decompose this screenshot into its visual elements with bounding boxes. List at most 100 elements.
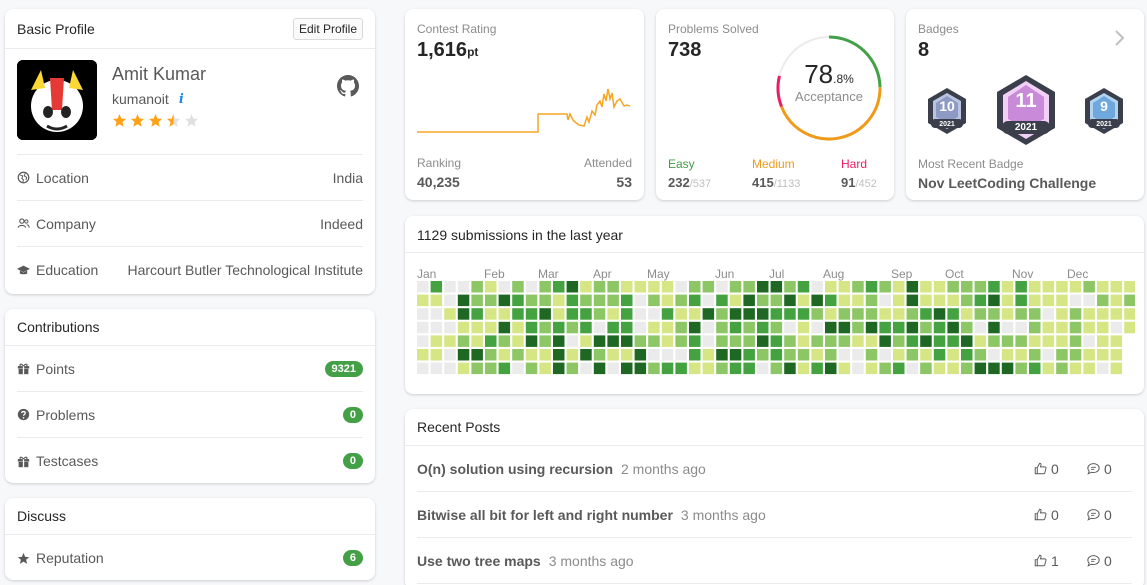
heatmap-cell[interactable] <box>1042 281 1055 293</box>
heatmap-cell[interactable] <box>417 335 429 347</box>
heatmap-cell[interactable] <box>729 335 742 347</box>
heatmap-cell[interactable] <box>865 335 878 347</box>
post-comments[interactable]: 0 <box>1087 553 1112 569</box>
heatmap-cell[interactable] <box>852 308 864 320</box>
heatmap-cell[interactable] <box>417 308 429 320</box>
heatmap-cell[interactable] <box>906 335 919 347</box>
heatmap-cell[interactable] <box>525 294 538 307</box>
heatmap-cell[interactable] <box>1069 281 1082 293</box>
heatmap-cell[interactable] <box>1124 308 1135 320</box>
heatmap-cell[interactable] <box>961 335 973 347</box>
heatmap-cell[interactable] <box>784 349 796 361</box>
heatmap-cell[interactable] <box>988 349 1000 361</box>
heatmap-cell[interactable] <box>607 335 619 347</box>
heatmap-cell[interactable] <box>825 294 837 307</box>
heatmap-cell[interactable] <box>430 308 443 320</box>
heatmap-cell[interactable] <box>1056 281 1068 293</box>
heatmap-cell[interactable] <box>512 281 524 293</box>
heatmap-cell[interactable] <box>974 349 987 361</box>
heatmap-cell[interactable] <box>661 349 674 361</box>
heatmap-cell[interactable] <box>784 281 796 293</box>
heatmap-cell[interactable] <box>961 281 973 293</box>
heatmap-cell[interactable] <box>1001 349 1014 361</box>
heatmap-cell[interactable] <box>702 281 715 293</box>
heatmap-cell[interactable] <box>947 335 959 347</box>
heatmap-cell[interactable] <box>893 362 905 375</box>
heatmap-cell[interactable] <box>512 349 524 361</box>
heatmap-cell[interactable] <box>838 281 851 293</box>
heatmap-cell[interactable] <box>865 281 878 293</box>
heatmap-cell[interactable] <box>525 281 538 293</box>
heatmap-cell[interactable] <box>471 294 483 307</box>
heatmap-cell[interactable] <box>444 362 456 375</box>
heatmap-cell[interactable] <box>1015 281 1027 293</box>
heatmap-cell[interactable] <box>539 362 551 375</box>
heatmap-cell[interactable] <box>553 281 565 293</box>
heatmap-cell[interactable] <box>675 349 687 361</box>
heatmap-cell[interactable] <box>702 335 715 347</box>
heatmap-cell[interactable] <box>879 308 891 320</box>
heatmap-cell[interactable] <box>825 349 837 361</box>
heatmap-cell[interactable] <box>933 308 946 320</box>
heatmap-cell[interactable] <box>471 321 483 334</box>
post-row[interactable]: Bitwise all bit for left and right numbe… <box>417 492 1132 538</box>
heatmap-cell[interactable] <box>1124 294 1135 307</box>
heatmap-cell[interactable] <box>457 308 470 320</box>
heatmap-cell[interactable] <box>525 335 538 347</box>
heatmap-cell[interactable] <box>525 349 538 361</box>
heatmap-cell[interactable] <box>593 294 606 307</box>
heatmap-cell[interactable] <box>947 321 959 334</box>
heatmap-cell[interactable] <box>770 321 783 334</box>
heatmap-cell[interactable] <box>661 362 674 375</box>
heatmap-grid[interactable] <box>417 281 1135 378</box>
heatmap-cell[interactable] <box>675 281 687 293</box>
heatmap-cell[interactable] <box>1110 349 1123 361</box>
heatmap-cell[interactable] <box>920 308 932 320</box>
heatmap-cell[interactable] <box>1097 308 1109 320</box>
heatmap-cell[interactable] <box>811 321 823 334</box>
heatmap-cell[interactable] <box>961 321 973 334</box>
heatmap-cell[interactable] <box>838 308 851 320</box>
heatmap-cell[interactable] <box>825 308 837 320</box>
heatmap-cell[interactable] <box>852 294 864 307</box>
heatmap-cell[interactable] <box>444 349 456 361</box>
heatmap-cell[interactable] <box>988 335 1000 347</box>
heatmap-cell[interactable] <box>566 294 579 307</box>
heatmap-cell[interactable] <box>865 349 878 361</box>
heatmap-cell[interactable] <box>1110 281 1123 293</box>
heatmap-cell[interactable] <box>947 294 959 307</box>
heatmap-cell[interactable] <box>770 362 783 375</box>
heatmap-cell[interactable] <box>811 362 823 375</box>
heatmap-cell[interactable] <box>1001 335 1014 347</box>
heatmap-cell[interactable] <box>797 362 810 375</box>
heatmap-cell[interactable] <box>797 349 810 361</box>
heatmap-cell[interactable] <box>580 281 592 293</box>
heatmap-cell[interactable] <box>634 349 647 361</box>
badges-card[interactable]: Badges 8 10 2021 11 2021 9 2021 Most Rec… <box>906 9 1144 200</box>
heatmap-cell[interactable] <box>621 281 633 293</box>
heatmap-cell[interactable] <box>444 321 456 334</box>
heatmap-cell[interactable] <box>729 308 742 320</box>
heatmap-cell[interactable] <box>457 335 470 347</box>
heatmap-cell[interactable] <box>498 308 511 320</box>
heatmap-cell[interactable] <box>988 294 1000 307</box>
heatmap-cell[interactable] <box>1097 281 1109 293</box>
heatmap-cell[interactable] <box>784 335 796 347</box>
heatmap-cell[interactable] <box>988 308 1000 320</box>
heatmap-cell[interactable] <box>1015 321 1027 334</box>
badge-oct[interactable]: 10 2021 <box>925 86 969 136</box>
heatmap-cell[interactable] <box>593 362 606 375</box>
heatmap-cell[interactable] <box>498 349 511 361</box>
heatmap-cell[interactable] <box>825 281 837 293</box>
heatmap-cell[interactable] <box>1001 321 1014 334</box>
heatmap-cell[interactable] <box>580 294 592 307</box>
heatmap-cell[interactable] <box>1029 308 1041 320</box>
post-likes[interactable]: 1 <box>1034 553 1059 569</box>
heatmap-cell[interactable] <box>988 281 1000 293</box>
heatmap-cell[interactable] <box>947 281 959 293</box>
heatmap-cell[interactable] <box>784 294 796 307</box>
heatmap-cell[interactable] <box>743 362 755 375</box>
heatmap-cell[interactable] <box>1015 349 1027 361</box>
heatmap-cell[interactable] <box>933 362 946 375</box>
heatmap-cell[interactable] <box>1056 362 1068 375</box>
